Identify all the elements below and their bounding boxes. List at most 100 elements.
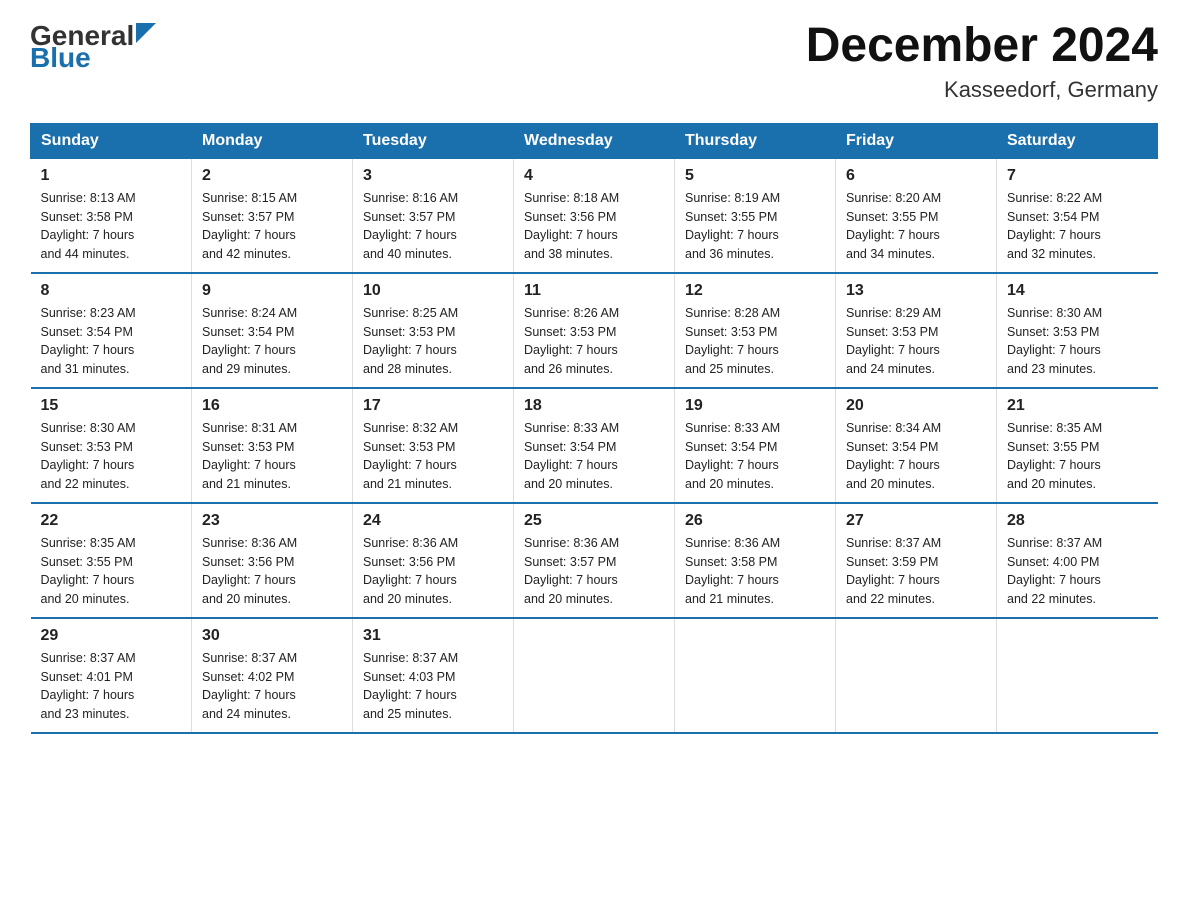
day-of-week-header: Friday (836, 123, 997, 158)
calendar-day-cell: 16 Sunrise: 8:31 AMSunset: 3:53 PMDaylig… (192, 388, 353, 503)
calendar-day-cell: 14 Sunrise: 8:30 AMSunset: 3:53 PMDaylig… (997, 273, 1158, 388)
day-info: Sunrise: 8:26 AMSunset: 3:53 PMDaylight:… (524, 306, 619, 376)
calendar-day-cell (675, 618, 836, 733)
calendar-week-row: 29 Sunrise: 8:37 AMSunset: 4:01 PMDaylig… (31, 618, 1158, 733)
calendar-day-cell: 6 Sunrise: 8:20 AMSunset: 3:55 PMDayligh… (836, 158, 997, 273)
day-number: 29 (41, 627, 182, 645)
calendar-day-cell: 11 Sunrise: 8:26 AMSunset: 3:53 PMDaylig… (514, 273, 675, 388)
calendar-week-row: 8 Sunrise: 8:23 AMSunset: 3:54 PMDayligh… (31, 273, 1158, 388)
day-info: Sunrise: 8:28 AMSunset: 3:53 PMDaylight:… (685, 306, 780, 376)
calendar-week-row: 22 Sunrise: 8:35 AMSunset: 3:55 PMDaylig… (31, 503, 1158, 618)
day-number: 31 (363, 627, 503, 645)
day-number: 18 (524, 397, 664, 415)
calendar-day-cell (836, 618, 997, 733)
day-info: Sunrise: 8:37 AMSunset: 4:00 PMDaylight:… (1007, 536, 1102, 606)
day-info: Sunrise: 8:22 AMSunset: 3:54 PMDaylight:… (1007, 191, 1102, 261)
day-of-week-header: Wednesday (514, 123, 675, 158)
day-number: 20 (846, 397, 986, 415)
day-info: Sunrise: 8:32 AMSunset: 3:53 PMDaylight:… (363, 421, 458, 491)
calendar-day-cell: 25 Sunrise: 8:36 AMSunset: 3:57 PMDaylig… (514, 503, 675, 618)
calendar-day-cell: 8 Sunrise: 8:23 AMSunset: 3:54 PMDayligh… (31, 273, 192, 388)
day-info: Sunrise: 8:36 AMSunset: 3:56 PMDaylight:… (363, 536, 458, 606)
calendar-week-row: 15 Sunrise: 8:30 AMSunset: 3:53 PMDaylig… (31, 388, 1158, 503)
calendar-day-cell: 22 Sunrise: 8:35 AMSunset: 3:55 PMDaylig… (31, 503, 192, 618)
calendar-day-cell: 3 Sunrise: 8:16 AMSunset: 3:57 PMDayligh… (353, 158, 514, 273)
day-number: 13 (846, 282, 986, 300)
day-info: Sunrise: 8:34 AMSunset: 3:54 PMDaylight:… (846, 421, 941, 491)
day-number: 6 (846, 167, 986, 185)
calendar-day-cell: 13 Sunrise: 8:29 AMSunset: 3:53 PMDaylig… (836, 273, 997, 388)
day-number: 28 (1007, 512, 1148, 530)
day-number: 24 (363, 512, 503, 530)
day-number: 23 (202, 512, 342, 530)
day-of-week-header: Saturday (997, 123, 1158, 158)
day-info: Sunrise: 8:18 AMSunset: 3:56 PMDaylight:… (524, 191, 619, 261)
calendar-table: SundayMondayTuesdayWednesdayThursdayFrid… (30, 123, 1158, 734)
day-number: 11 (524, 282, 664, 300)
day-number: 9 (202, 282, 342, 300)
day-number: 4 (524, 167, 664, 185)
calendar-day-cell: 15 Sunrise: 8:30 AMSunset: 3:53 PMDaylig… (31, 388, 192, 503)
calendar-day-cell (997, 618, 1158, 733)
day-number: 30 (202, 627, 342, 645)
calendar-day-cell: 2 Sunrise: 8:15 AMSunset: 3:57 PMDayligh… (192, 158, 353, 273)
day-number: 26 (685, 512, 825, 530)
calendar-day-cell: 5 Sunrise: 8:19 AMSunset: 3:55 PMDayligh… (675, 158, 836, 273)
day-number: 21 (1007, 397, 1148, 415)
calendar-day-cell: 29 Sunrise: 8:37 AMSunset: 4:01 PMDaylig… (31, 618, 192, 733)
day-info: Sunrise: 8:20 AMSunset: 3:55 PMDaylight:… (846, 191, 941, 261)
day-info: Sunrise: 8:36 AMSunset: 3:57 PMDaylight:… (524, 536, 619, 606)
calendar-day-cell: 12 Sunrise: 8:28 AMSunset: 3:53 PMDaylig… (675, 273, 836, 388)
day-info: Sunrise: 8:13 AMSunset: 3:58 PMDaylight:… (41, 191, 136, 261)
calendar-day-cell: 9 Sunrise: 8:24 AMSunset: 3:54 PMDayligh… (192, 273, 353, 388)
day-of-week-header: Monday (192, 123, 353, 158)
calendar-day-cell: 28 Sunrise: 8:37 AMSunset: 4:00 PMDaylig… (997, 503, 1158, 618)
day-number: 19 (685, 397, 825, 415)
day-info: Sunrise: 8:30 AMSunset: 3:53 PMDaylight:… (41, 421, 136, 491)
calendar-day-cell: 23 Sunrise: 8:36 AMSunset: 3:56 PMDaylig… (192, 503, 353, 618)
day-info: Sunrise: 8:19 AMSunset: 3:55 PMDaylight:… (685, 191, 780, 261)
day-of-week-header: Sunday (31, 123, 192, 158)
day-info: Sunrise: 8:37 AMSunset: 4:03 PMDaylight:… (363, 651, 458, 721)
calendar-day-cell: 7 Sunrise: 8:22 AMSunset: 3:54 PMDayligh… (997, 158, 1158, 273)
calendar-day-cell (514, 618, 675, 733)
calendar-day-cell: 4 Sunrise: 8:18 AMSunset: 3:56 PMDayligh… (514, 158, 675, 273)
page-title: December 2024 (806, 20, 1158, 73)
calendar-day-cell: 26 Sunrise: 8:36 AMSunset: 3:58 PMDaylig… (675, 503, 836, 618)
day-info: Sunrise: 8:36 AMSunset: 3:56 PMDaylight:… (202, 536, 297, 606)
day-of-week-header: Tuesday (353, 123, 514, 158)
day-info: Sunrise: 8:25 AMSunset: 3:53 PMDaylight:… (363, 306, 458, 376)
calendar-day-cell: 17 Sunrise: 8:32 AMSunset: 3:53 PMDaylig… (353, 388, 514, 503)
day-info: Sunrise: 8:33 AMSunset: 3:54 PMDaylight:… (524, 421, 619, 491)
calendar-day-cell: 21 Sunrise: 8:35 AMSunset: 3:55 PMDaylig… (997, 388, 1158, 503)
day-number: 15 (41, 397, 182, 415)
day-number: 25 (524, 512, 664, 530)
calendar-day-cell: 27 Sunrise: 8:37 AMSunset: 3:59 PMDaylig… (836, 503, 997, 618)
logo: General Blue (30, 20, 164, 74)
day-number: 2 (202, 167, 342, 185)
day-info: Sunrise: 8:37 AMSunset: 4:01 PMDaylight:… (41, 651, 136, 721)
day-info: Sunrise: 8:36 AMSunset: 3:58 PMDaylight:… (685, 536, 780, 606)
day-info: Sunrise: 8:37 AMSunset: 3:59 PMDaylight:… (846, 536, 941, 606)
day-info: Sunrise: 8:15 AMSunset: 3:57 PMDaylight:… (202, 191, 297, 261)
day-number: 5 (685, 167, 825, 185)
day-number: 7 (1007, 167, 1148, 185)
day-info: Sunrise: 8:37 AMSunset: 4:02 PMDaylight:… (202, 651, 297, 721)
day-info: Sunrise: 8:30 AMSunset: 3:53 PMDaylight:… (1007, 306, 1102, 376)
day-number: 12 (685, 282, 825, 300)
day-number: 3 (363, 167, 503, 185)
day-info: Sunrise: 8:35 AMSunset: 3:55 PMDaylight:… (41, 536, 136, 606)
subtitle: Kasseedorf, Germany (806, 77, 1158, 103)
logo-arrow-icon (136, 23, 164, 51)
day-of-week-header: Thursday (675, 123, 836, 158)
day-info: Sunrise: 8:23 AMSunset: 3:54 PMDaylight:… (41, 306, 136, 376)
day-number: 10 (363, 282, 503, 300)
day-info: Sunrise: 8:33 AMSunset: 3:54 PMDaylight:… (685, 421, 780, 491)
calendar-day-cell: 31 Sunrise: 8:37 AMSunset: 4:03 PMDaylig… (353, 618, 514, 733)
calendar-day-cell: 1 Sunrise: 8:13 AMSunset: 3:58 PMDayligh… (31, 158, 192, 273)
day-info: Sunrise: 8:31 AMSunset: 3:53 PMDaylight:… (202, 421, 297, 491)
calendar-day-cell: 30 Sunrise: 8:37 AMSunset: 4:02 PMDaylig… (192, 618, 353, 733)
calendar-day-cell: 20 Sunrise: 8:34 AMSunset: 3:54 PMDaylig… (836, 388, 997, 503)
day-info: Sunrise: 8:16 AMSunset: 3:57 PMDaylight:… (363, 191, 458, 261)
calendar-day-cell: 24 Sunrise: 8:36 AMSunset: 3:56 PMDaylig… (353, 503, 514, 618)
